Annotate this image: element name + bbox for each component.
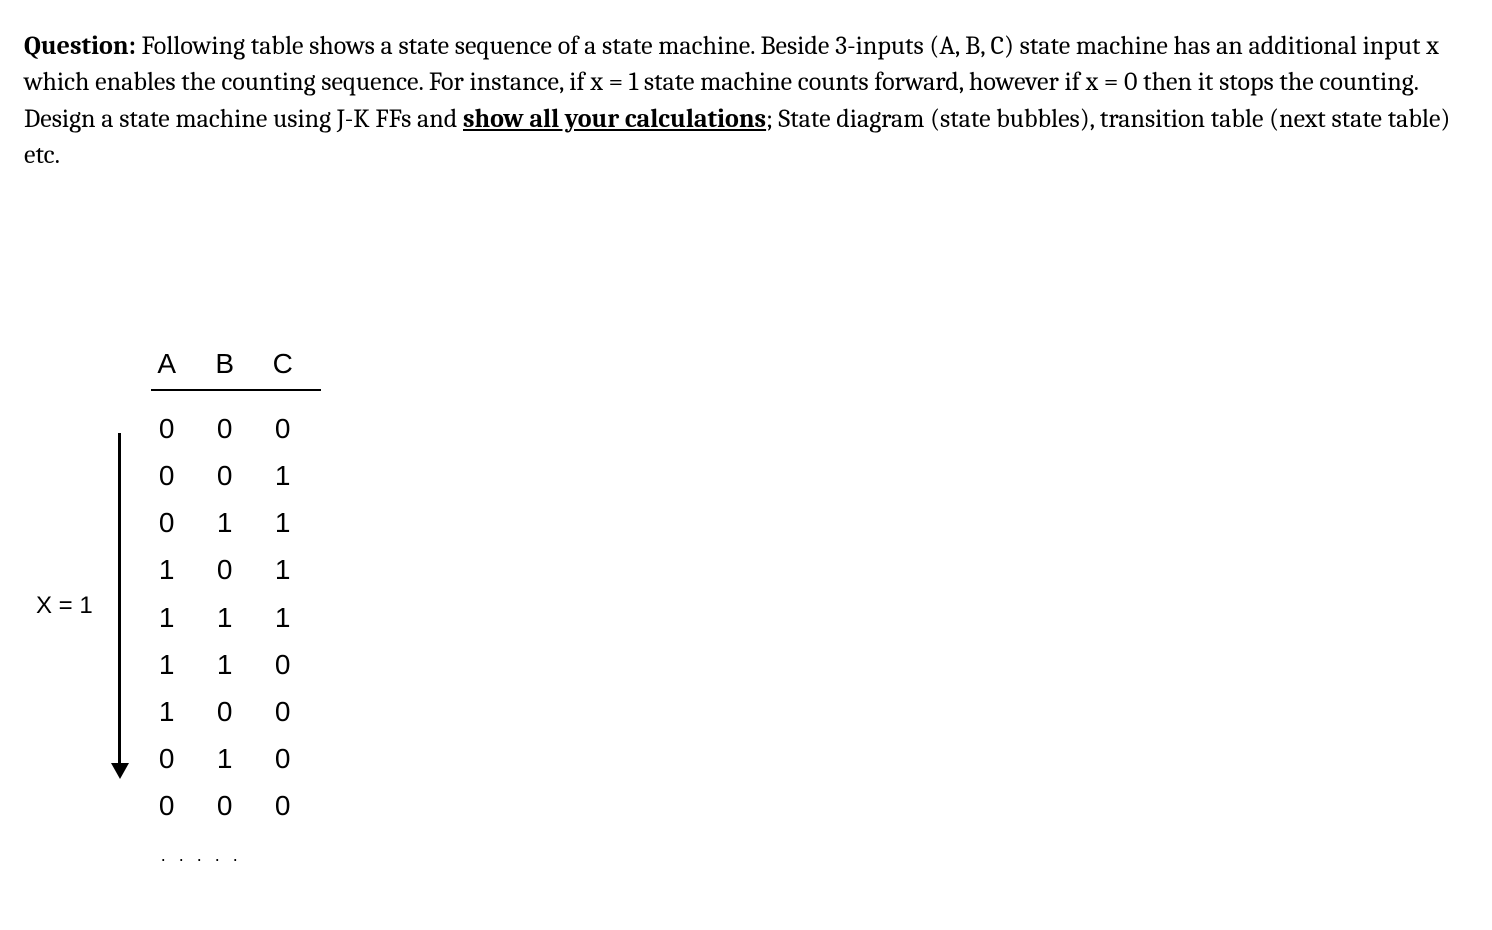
cell-b: 0 bbox=[213, 550, 237, 589]
question-label: Question: bbox=[24, 31, 136, 61]
state-sequence-table: A B C 0 0 0 0 0 1 0 1 1 1 0 bbox=[155, 344, 321, 869]
table-row: 0 1 1 bbox=[155, 503, 321, 542]
cell-b: 0 bbox=[213, 692, 237, 731]
x-enable-label: X = 1 bbox=[36, 589, 93, 623]
cell-c: 0 bbox=[271, 409, 295, 448]
table-row: 0 0 1 bbox=[155, 456, 321, 495]
cell-c: 1 bbox=[271, 550, 295, 589]
table-row: 0 0 0 bbox=[155, 409, 321, 448]
table-row: 0 0 0 bbox=[155, 786, 321, 825]
question-block: Question: Following table shows a state … bbox=[24, 28, 1464, 174]
arrow-down-icon bbox=[111, 763, 129, 779]
cell-b: 1 bbox=[213, 503, 237, 542]
table-row: 1 0 0 bbox=[155, 692, 321, 731]
cell-c: 0 bbox=[271, 692, 295, 731]
cell-a: 1 bbox=[155, 550, 179, 589]
cell-a: 0 bbox=[155, 786, 179, 825]
cell-a: 1 bbox=[155, 645, 179, 684]
header-c: C bbox=[271, 344, 295, 383]
cell-b: 1 bbox=[213, 739, 237, 778]
cell-b: 1 bbox=[213, 598, 237, 637]
table-row: 1 0 1 bbox=[155, 550, 321, 589]
header-rule bbox=[151, 389, 321, 391]
cell-c: 1 bbox=[271, 503, 295, 542]
cell-a: 0 bbox=[155, 456, 179, 495]
header-b: B bbox=[213, 344, 237, 383]
cell-c: 0 bbox=[271, 786, 295, 825]
table-row: 1 1 1 bbox=[155, 598, 321, 637]
cell-c: 0 bbox=[271, 739, 295, 778]
table-header: A B C bbox=[155, 344, 321, 385]
sequence-direction-arrow bbox=[111, 433, 129, 779]
continuation-dots: . . . . . bbox=[155, 843, 321, 868]
cell-a: 1 bbox=[155, 692, 179, 731]
cell-c: 0 bbox=[271, 645, 295, 684]
cell-a: 0 bbox=[155, 503, 179, 542]
cell-c: 1 bbox=[271, 598, 295, 637]
question-emphasis: show all your calculations bbox=[463, 104, 766, 134]
cell-b: 0 bbox=[213, 409, 237, 448]
table-rows: 0 0 0 0 0 1 0 1 1 1 0 1 1 1 1 bbox=[155, 409, 321, 826]
cell-a: 0 bbox=[155, 739, 179, 778]
cell-a: 0 bbox=[155, 409, 179, 448]
cell-c: 1 bbox=[271, 456, 295, 495]
sequence-area: X = 1 A B C 0 0 0 0 0 1 0 1 1 bbox=[36, 344, 1468, 869]
table-row: 0 1 0 bbox=[155, 739, 321, 778]
cell-b: 0 bbox=[213, 456, 237, 495]
cell-a: 1 bbox=[155, 598, 179, 637]
header-a: A bbox=[155, 344, 179, 383]
table-row: 1 1 0 bbox=[155, 645, 321, 684]
arrow-shaft-icon bbox=[118, 433, 121, 763]
cell-b: 1 bbox=[213, 645, 237, 684]
cell-b: 0 bbox=[213, 786, 237, 825]
question-text: Question: Following table shows a state … bbox=[24, 28, 1464, 174]
